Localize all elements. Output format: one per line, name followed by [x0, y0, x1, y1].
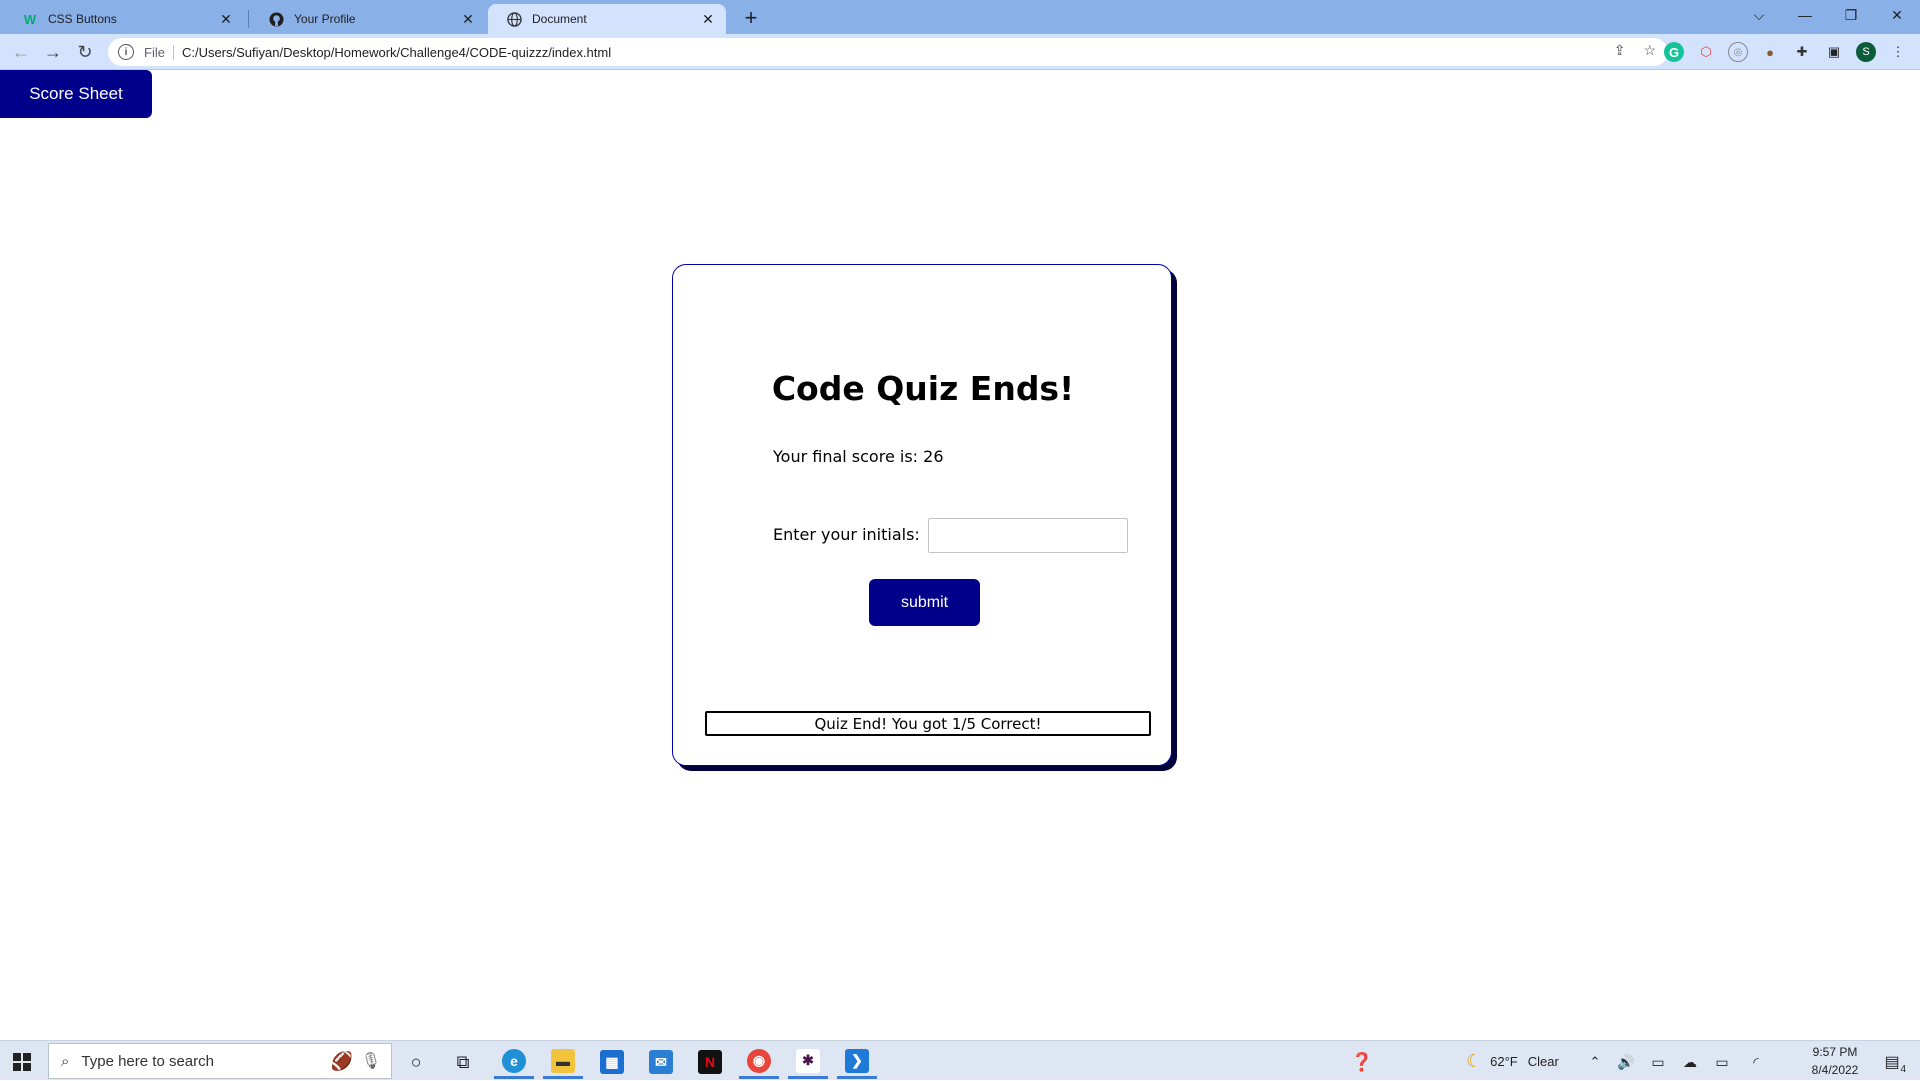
browser-toolbar: ← → ↻ i File C:/Users/Sufiyan/Desktop/Ho…: [0, 34, 1920, 70]
tab-document[interactable]: Document ✕: [488, 4, 726, 34]
score-sheet-button[interactable]: Score Sheet: [0, 70, 152, 118]
clock-date: 8/4/2022: [1811, 1063, 1859, 1077]
initials-input[interactable]: [928, 518, 1128, 553]
tab-css-buttons[interactable]: W CSS Buttons ✕: [4, 4, 244, 34]
info-icon[interactable]: i: [118, 44, 134, 60]
cookie-extension-icon[interactable]: ●: [1760, 42, 1780, 62]
edge-browser-icon[interactable]: e: [494, 1045, 534, 1079]
notification-count: 4: [1900, 1064, 1906, 1075]
mail-icon[interactable]: ✉: [641, 1045, 681, 1079]
slack-icon[interactable]: ✱: [788, 1045, 828, 1079]
wifi-icon[interactable]: ◜: [1736, 1045, 1776, 1079]
weather-widget[interactable]: ☾ 62°F Clear: [1466, 1041, 1559, 1081]
windows-start-icon[interactable]: [2, 1045, 42, 1079]
microphone-icon[interactable]: 🎙: [361, 1051, 381, 1071]
page-title: Code Quiz Ends!: [771, 369, 1075, 408]
file-explorer-icon[interactable]: ▬: [543, 1045, 583, 1079]
browser-tab-strip: W CSS Buttons ✕ Your Profile ✕ Document …: [0, 0, 1920, 34]
tab-label: Document: [532, 12, 587, 26]
puzzle-extensions-icon[interactable]: ✚: [1792, 42, 1812, 62]
task-view-icon[interactable]: ⧉: [443, 1045, 483, 1079]
tab-label: CSS Buttons: [48, 12, 117, 26]
search-placeholder: Type here to search: [81, 1052, 214, 1070]
more-menu-icon[interactable]: ⋮: [1888, 42, 1908, 62]
weather-temp: 62°F: [1490, 1053, 1518, 1069]
moon-icon: ☾: [1466, 1050, 1483, 1071]
scheme-label: File: [144, 44, 174, 60]
final-score-text: Your final score is: 26: [773, 447, 944, 466]
new-tab-button[interactable]: +: [738, 5, 764, 31]
search-highlight-icon: 🏈: [330, 1050, 353, 1071]
cortana-icon[interactable]: ○: [396, 1045, 436, 1079]
help-icon[interactable]: ❓: [1342, 1045, 1382, 1079]
result-message: Quiz End! You got 1/5 Correct!: [705, 711, 1151, 736]
forward-arrow-icon[interactable]: →: [40, 39, 66, 65]
tab-divider: [248, 10, 249, 28]
taskbar-clock[interactable]: 9:57 PM 8/4/2022: [1800, 1043, 1870, 1079]
restore-button[interactable]: ❐: [1828, 0, 1874, 30]
taskbar-search-box[interactable]: ⌕ Type here to search 🏈 🎙: [48, 1043, 392, 1079]
netflix-icon[interactable]: N: [690, 1045, 730, 1079]
notifications-icon[interactable]: ▤ 4: [1872, 1045, 1912, 1079]
submit-button[interactable]: submit: [869, 579, 980, 626]
extension-badge-icon[interactable]: ⬡: [1696, 42, 1716, 62]
close-icon[interactable]: ✕: [218, 11, 234, 27]
search-icon: ⌕: [61, 1052, 70, 1070]
close-icon[interactable]: ✕: [700, 11, 716, 27]
minimize-button[interactable]: —: [1782, 0, 1828, 30]
tab-search-chevron-icon[interactable]: ⌵: [1736, 0, 1782, 30]
initials-label: Enter your initials:: [773, 525, 920, 544]
tab-label: Your Profile: [294, 12, 356, 26]
grammarly-extension-icon[interactable]: G: [1664, 42, 1684, 62]
github-icon: [268, 11, 284, 27]
close-icon[interactable]: ✕: [460, 11, 476, 27]
profile-avatar[interactable]: S: [1856, 42, 1876, 62]
bookmark-star-icon[interactable]: ☆: [1643, 42, 1656, 59]
taskbar: ⌕ Type here to search 🏈 🎙 ○ ⧉ e ▬ ▦ ✉ N …: [0, 1040, 1920, 1080]
side-panel-icon[interactable]: ▣: [1824, 42, 1844, 62]
weather-condition: Clear: [1527, 1053, 1559, 1069]
globe-icon: [506, 11, 522, 27]
close-window-button[interactable]: ✕: [1874, 0, 1920, 30]
extension-circle-icon[interactable]: ◎: [1728, 42, 1748, 62]
back-arrow-icon[interactable]: ←: [8, 39, 34, 65]
clock-time: 9:57 PM: [1812, 1045, 1858, 1059]
chrome-icon[interactable]: ◉: [739, 1045, 779, 1079]
address-bar[interactable]: i File C:/Users/Sufiyan/Desktop/Homework…: [108, 38, 1668, 66]
w3schools-icon: W: [23, 11, 37, 27]
reload-icon[interactable]: ↻: [72, 39, 98, 65]
vscode-icon[interactable]: ❯: [837, 1045, 877, 1079]
tab-your-profile[interactable]: Your Profile ✕: [250, 4, 486, 34]
share-icon[interactable]: ⇪: [1614, 42, 1626, 59]
microsoft-store-icon[interactable]: ▦: [592, 1045, 632, 1079]
quiz-end-card: Code Quiz Ends! Your final score is: 26 …: [672, 264, 1172, 766]
url-text[interactable]: C:/Users/Sufiyan/Desktop/Homework/Challe…: [182, 45, 611, 60]
